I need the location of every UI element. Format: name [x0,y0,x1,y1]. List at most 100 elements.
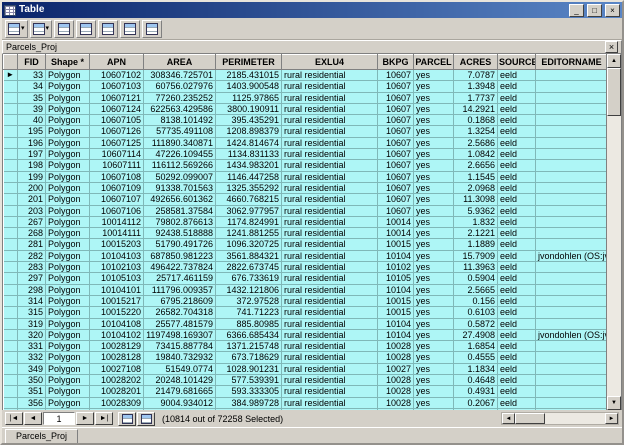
cell-bkpg[interactable]: 10104 [378,250,414,261]
cell-editorname[interactable] [536,70,607,81]
vertical-scroll-track[interactable] [607,68,621,396]
cell-area[interactable]: 492656.601362 [144,194,216,205]
cell-acres[interactable]: 11.3963 [454,262,498,273]
cell-parcel[interactable]: yes [414,375,454,386]
cell-editorname[interactable] [536,318,607,329]
cell-area[interactable]: 51790.491726 [144,239,216,250]
cell-exlu4[interactable]: rural residential [282,363,378,374]
record-selector-cell[interactable] [4,194,18,205]
cell-source[interactable]: eeld [498,386,536,397]
cell-shape[interactable]: Polygon [46,171,90,182]
cell-bkpg[interactable]: 10607 [378,92,414,103]
cell-acres[interactable]: 0.156 [454,295,498,306]
record-selector-cell[interactable] [4,352,18,363]
column-header-parcel[interactable]: PARCEL [414,55,454,70]
cell-editorname[interactable] [536,262,607,273]
cell-apn[interactable]: 10607102 [90,70,144,81]
record-pointer-cell[interactable]: ► [4,70,18,81]
cell-parcel[interactable]: yes [414,284,454,295]
cell-fid[interactable]: 281 [18,239,46,250]
cell-source[interactable]: eeld [498,250,536,261]
cell-fid[interactable]: 282 [18,250,46,261]
cell-apn[interactable]: 10607126 [90,126,144,137]
cell-acres[interactable]: 5.9362 [454,205,498,216]
cell-shape[interactable]: Polygon [46,216,90,227]
scroll-down-button[interactable]: ▼ [607,396,621,410]
cell-area[interactable]: 9004.934012 [144,397,216,408]
cell-perimeter[interactable]: 577.539391 [216,375,282,386]
cell-bkpg[interactable]: 10607 [378,81,414,92]
cell-perimeter[interactable]: 1371.215748 [216,341,282,352]
cell-source[interactable]: eeld [498,262,536,273]
cell-parcel[interactable]: yes [414,194,454,205]
first-record-button[interactable]: |◄ [5,412,23,425]
record-selector-cell[interactable] [4,250,18,261]
cell-shape[interactable]: Polygon [46,103,90,114]
cell-shape[interactable]: Polygon [46,352,90,363]
cell-apn[interactable]: 10104102 [90,329,144,340]
cell-perimeter[interactable]: 1403.900548 [216,81,282,92]
cell-parcel[interactable]: yes [414,363,454,374]
cell-exlu4[interactable]: rural residential [282,92,378,103]
cell-shape[interactable]: Polygon [46,284,90,295]
cell-bkpg[interactable]: 10102 [378,262,414,273]
cell-perimeter[interactable]: 1028.901231 [216,363,282,374]
column-header-fid[interactable]: FID [18,55,46,70]
cell-area[interactable]: 47226.109455 [144,149,216,160]
cell-apn[interactable]: 10028202 [90,375,144,386]
cell-acres[interactable]: 0.4931 [454,386,498,397]
cell-acres[interactable]: 15.7909 [454,250,498,261]
cell-apn[interactable]: 10607109 [90,182,144,193]
cell-acres[interactable]: 1.0842 [454,149,498,160]
cell-editorname[interactable] [536,307,607,318]
cell-exlu4[interactable]: rural residential [282,352,378,363]
cell-fid[interactable]: 268 [18,228,46,239]
cell-source[interactable]: eeld [498,307,536,318]
record-selector-cell[interactable] [4,329,18,340]
cell-perimeter[interactable]: 1434.983201 [216,160,282,171]
cell-area[interactable]: 25577.481579 [144,318,216,329]
sheet-close-button[interactable]: × [605,41,618,53]
cell-parcel[interactable]: yes [414,171,454,182]
cell-apn[interactable]: 10028309 [90,397,144,408]
cell-acres[interactable]: 14.2921 [454,103,498,114]
cell-parcel[interactable]: yes [414,273,454,284]
cell-exlu4[interactable]: rural residential [282,386,378,397]
close-button[interactable]: × [605,4,620,17]
tab-parcels-proj[interactable]: Parcels_Proj [5,429,78,443]
cell-shape[interactable]: Polygon [46,341,90,352]
cell-perimeter[interactable]: 6366.685434 [216,329,282,340]
cell-bkpg[interactable]: 10105 [378,273,414,284]
cell-perimeter[interactable]: 1134.831133 [216,149,282,160]
select-all-button[interactable] [54,20,74,38]
cell-shape[interactable]: Polygon [46,149,90,160]
add-field-button[interactable] [120,20,140,38]
cell-fid[interactable]: 351 [18,386,46,397]
cell-editorname[interactable] [536,216,607,227]
cell-perimeter[interactable]: 384.989728 [216,397,282,408]
cell-acres[interactable]: 27.4908 [454,329,498,340]
cell-fid[interactable]: 297 [18,273,46,284]
cell-editorname[interactable] [536,363,607,374]
table-properties-button[interactable]: ▾ [30,20,53,38]
cell-parcel[interactable]: yes [414,103,454,114]
cell-fid[interactable]: 267 [18,216,46,227]
cell-parcel[interactable]: yes [414,239,454,250]
show-selected-records-button[interactable] [137,412,155,426]
cell-bkpg[interactable]: 10028 [378,341,414,352]
cell-editorname[interactable] [536,115,607,126]
record-selector-cell[interactable] [4,284,18,295]
cell-acres[interactable]: 1.1545 [454,171,498,182]
cell-fid[interactable]: 203 [18,205,46,216]
cell-exlu4[interactable]: rural residential [282,137,378,148]
cell-fid[interactable]: 283 [18,262,46,273]
cell-shape[interactable]: Polygon [46,386,90,397]
cell-area[interactable]: 21479.681665 [144,386,216,397]
cell-apn[interactable]: 10028201 [90,386,144,397]
cell-shape[interactable]: Polygon [46,115,90,126]
record-selector-cell[interactable] [4,262,18,273]
cell-perimeter[interactable]: 1424.814674 [216,137,282,148]
column-header-perimeter[interactable]: PERIMETER [216,55,282,70]
cell-editorname[interactable] [536,126,607,137]
cell-acres[interactable]: 1.7737 [454,92,498,103]
